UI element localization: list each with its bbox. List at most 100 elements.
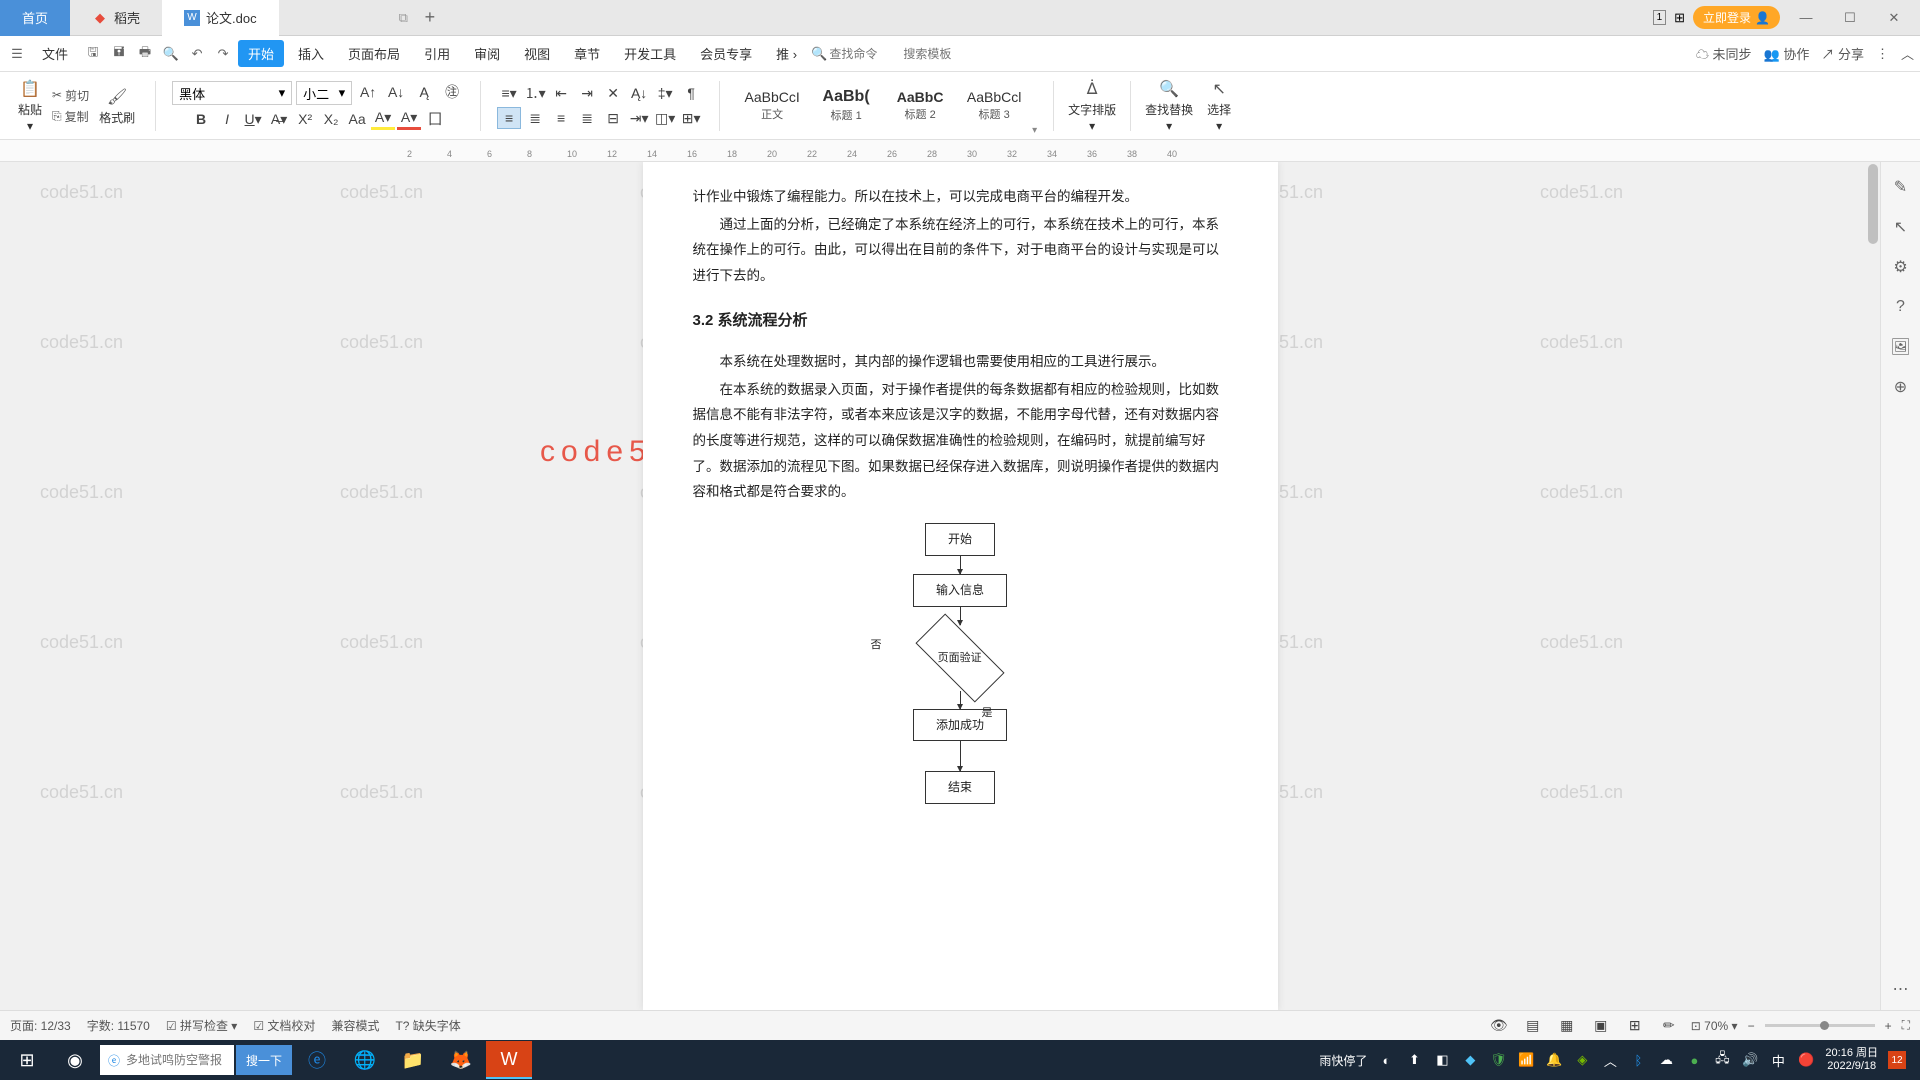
para-1[interactable]: 计作业中锻炼了编程能力。所以在技术上，可以完成电商平台的编程开发。 [693, 184, 1228, 210]
menu-section[interactable]: 章节 [564, 40, 610, 67]
explorer-icon[interactable]: 📁 [390, 1041, 436, 1079]
para-2[interactable]: 通过上面的分析，已经确定了本系统在经济上的可行，本系统在技术上的可行，本系统在操… [693, 212, 1228, 289]
template-search-input[interactable] [903, 47, 973, 61]
share-button[interactable]: ↗ 分享 [1821, 44, 1864, 63]
saveas-icon[interactable]: 🖬 [108, 43, 130, 65]
login-button[interactable]: 立即登录👤 [1693, 6, 1780, 29]
bluetooth-icon[interactable]: ᛒ [1629, 1051, 1647, 1069]
menu-insert[interactable]: 插入 [288, 40, 334, 67]
paste-button[interactable]: 📋粘贴▾ [14, 78, 46, 133]
grow-font-button[interactable]: A↑ [356, 81, 380, 103]
sogou-icon[interactable]: 🔴 [1797, 1051, 1815, 1069]
menu-vip[interactable]: 会员专享 [690, 40, 762, 67]
cut-button[interactable]: ✂剪切 [48, 86, 93, 105]
tab-document[interactable]: W论文.doc [162, 0, 279, 36]
maximize-button[interactable]: ☐ [1832, 4, 1868, 32]
command-search[interactable]: 🔍 [811, 46, 899, 62]
subscript-button[interactable]: X₂ [319, 108, 343, 130]
missing-fonts[interactable]: T? 缺失字体 [395, 1017, 460, 1034]
tray-1-icon[interactable]: ◐ [1377, 1051, 1395, 1069]
underline-button[interactable]: U▾ [241, 108, 265, 130]
web-mode-icon[interactable]: ▣ [1589, 1015, 1613, 1037]
image-icon[interactable]: 🖼 [1890, 336, 1912, 358]
page-mode-icon[interactable]: ▦ [1555, 1015, 1579, 1037]
style-more-icon[interactable]: ▾ [1032, 125, 1037, 136]
copilot-icon[interactable]: ◉ [52, 1041, 98, 1079]
show-marks-button[interactable]: ¶ [679, 82, 703, 104]
redo-icon[interactable]: ↷ [212, 43, 234, 65]
app1-icon[interactable]: 🦊 [438, 1041, 484, 1079]
tray-2-icon[interactable]: ⬆ [1405, 1051, 1423, 1069]
new-tab-button[interactable]: + [416, 4, 444, 32]
align-right-button[interactable]: ≡ [549, 107, 573, 129]
style-normal[interactable]: AaBbCcI正文 [736, 82, 808, 130]
grid1-icon[interactable]: 1 [1653, 10, 1667, 25]
minimize-button[interactable]: — [1788, 4, 1824, 32]
clear-format-button[interactable]: Ą [412, 81, 436, 103]
align-distribute-button[interactable]: ⊟ [601, 107, 625, 129]
edge-icon[interactable]: ⓔ [294, 1041, 340, 1079]
menu-layout[interactable]: 页面布局 [338, 40, 410, 67]
pen-icon[interactable]: ✎ [1890, 176, 1912, 198]
start-button[interactable]: ⊞ [4, 1041, 50, 1079]
save-icon[interactable]: 🖫 [82, 43, 104, 65]
menu-dev[interactable]: 开发工具 [614, 40, 686, 67]
tray-4-icon[interactable]: ◆ [1461, 1051, 1479, 1069]
bullets-button[interactable]: ≡▾ [497, 82, 521, 104]
highlight-button[interactable]: A▾ [371, 108, 395, 130]
menu-view[interactable]: 视图 [514, 40, 560, 67]
para-4[interactable]: 在本系统的数据录入页面，对于操作者提供的每条数据都有相应的检验规则，比如数据信息… [693, 377, 1228, 505]
outline-mode-icon[interactable]: ⊞ [1623, 1015, 1647, 1037]
action-center-icon[interactable]: 12 [1888, 1051, 1906, 1069]
tray-g-icon[interactable]: ● [1685, 1051, 1703, 1069]
menu-start[interactable]: 开始 [238, 40, 284, 67]
taskbar-search-input[interactable] [126, 1053, 226, 1067]
indent-inc-button[interactable]: ⇥ [575, 82, 599, 104]
style-h2[interactable]: AaBbC标题 2 [884, 82, 956, 130]
collapse-ribbon-icon[interactable]: ︿ [1901, 44, 1914, 63]
tab-overflow-icon[interactable]: ⧉ [399, 10, 408, 26]
menu-ref[interactable]: 引用 [414, 40, 460, 67]
phonetic-button[interactable]: ㊟ [440, 81, 464, 103]
menu-more[interactable]: 推 › [766, 40, 807, 67]
volume-icon[interactable]: 🔊 [1741, 1051, 1759, 1069]
help-icon[interactable]: ? [1890, 296, 1912, 318]
italic-button[interactable]: I [215, 108, 239, 130]
eye-icon[interactable]: 👁 [1487, 1015, 1511, 1037]
ime-icon[interactable]: 中 [1769, 1051, 1787, 1069]
change-case-button[interactable]: Aa [345, 108, 369, 130]
numbering-button[interactable]: ⒈▾ [523, 82, 547, 104]
command-search-input[interactable] [829, 47, 899, 61]
shrink-font-button[interactable]: A↓ [384, 81, 408, 103]
more-icon[interactable]: ⋯ [1890, 978, 1912, 1000]
align-left-button[interactable]: ≡ [497, 107, 521, 129]
apps-icon[interactable]: ⊞ [1674, 10, 1685, 26]
taskbar-search-btn[interactable]: 搜一下 [236, 1045, 292, 1075]
superscript-button[interactable]: X² [293, 108, 317, 130]
heading-3-2[interactable]: 3.2 系统流程分析 [693, 307, 1228, 336]
hamburger-icon[interactable]: ☰ [6, 43, 28, 65]
borders-button[interactable]: ⊞▾ [679, 107, 703, 129]
zoom-fit-button[interactable]: ⊡ 70% ▾ [1691, 1019, 1738, 1033]
style-h1[interactable]: AaBb(标题 1 [810, 82, 882, 130]
nvidia-icon[interactable]: ◈ [1573, 1051, 1591, 1069]
tab-docker[interactable]: ◆稻壳 [70, 0, 162, 36]
proofread[interactable]: ☑ 文档校对 [253, 1017, 315, 1034]
wps-icon[interactable]: W [486, 1041, 532, 1079]
zoom-slider[interactable] [1765, 1024, 1875, 1027]
sync-status[interactable]: ☁ 未同步 [1696, 44, 1752, 63]
chrome-icon[interactable]: 🌐 [342, 1041, 388, 1079]
select-button[interactable]: ↖选择▾ [1203, 78, 1235, 133]
copy-button[interactable]: ⎘复制 [48, 107, 93, 126]
page-indicator[interactable]: 页面: 12/33 [10, 1017, 71, 1034]
font-color-button[interactable]: A▾ [397, 108, 421, 130]
format-painter-button[interactable]: 🖌格式刷 [95, 86, 139, 126]
close-button[interactable]: ✕ [1876, 4, 1912, 32]
weather-widget[interactable]: 雨快停了 [1319, 1052, 1367, 1069]
size-select[interactable]: 小二▾ [296, 81, 352, 105]
sliders-icon[interactable]: ⚙ [1890, 256, 1912, 278]
scrollbar-thumb[interactable] [1868, 164, 1878, 244]
preview-icon[interactable]: 🔍 [160, 43, 182, 65]
template-search[interactable] [903, 47, 973, 61]
menu-file[interactable]: 文件 [32, 40, 78, 67]
